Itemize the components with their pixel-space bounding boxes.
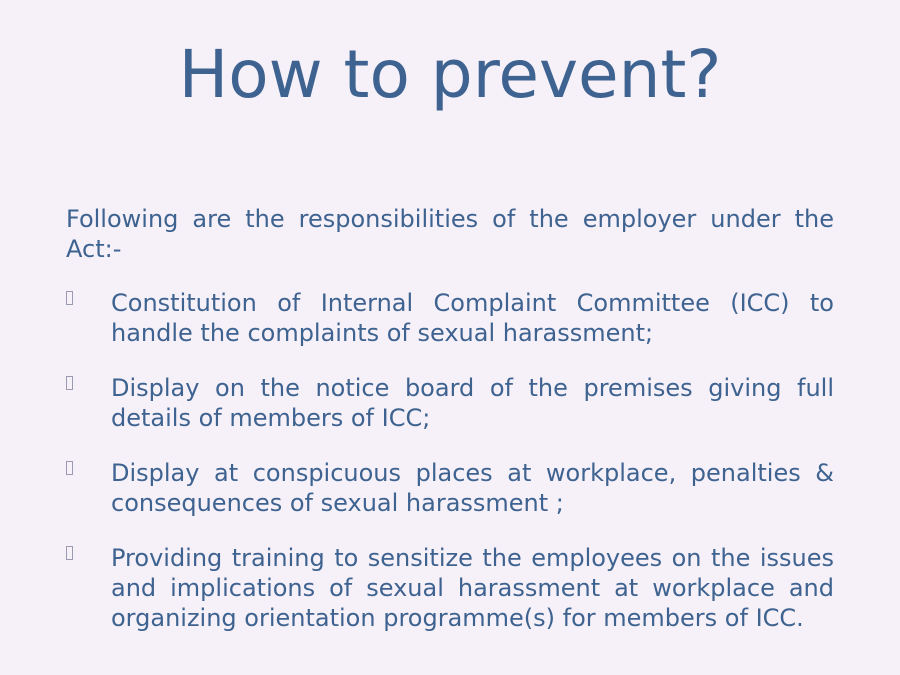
list-item: Display at conspicuous places at workpla… xyxy=(0,458,900,518)
intro-text: Following are the responsibilities of th… xyxy=(66,205,834,263)
bullet-icon xyxy=(66,376,73,390)
list-item: Display on the notice board of the premi… xyxy=(0,373,900,433)
list-item: Constitution of Internal Complaint Commi… xyxy=(0,288,900,348)
bullet-icon xyxy=(66,461,73,475)
bullet-text: Display on the notice board of the premi… xyxy=(111,374,834,432)
bullet-text: Display at conspicuous places at workpla… xyxy=(111,459,834,517)
bullet-icon xyxy=(66,546,73,560)
list-item: Providing training to sensitize the empl… xyxy=(0,543,900,633)
slide-title: How to prevent? xyxy=(178,36,722,113)
bullet-text: Providing training to sensitize the empl… xyxy=(111,544,834,632)
bullet-list: Constitution of Internal Complaint Commi… xyxy=(0,288,900,658)
slide: How to prevent? Following are the respon… xyxy=(0,0,900,675)
bullet-text: Constitution of Internal Complaint Commi… xyxy=(111,289,834,347)
bullet-icon xyxy=(66,291,73,305)
